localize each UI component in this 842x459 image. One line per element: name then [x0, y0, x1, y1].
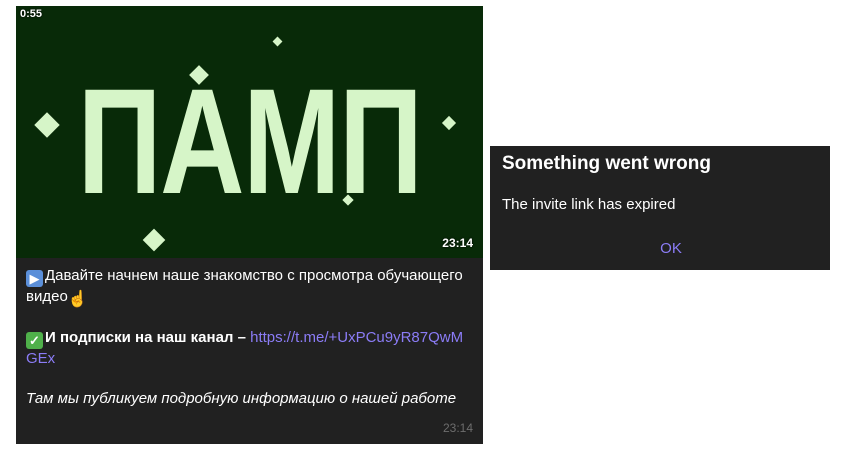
dialog-message: The invite link has expired — [502, 196, 676, 213]
intro-text: Давайте начнем наше знакомство с просмот… — [26, 267, 463, 305]
info-paragraph: Там мы публикуем подробную информацию о … — [26, 390, 457, 407]
pointing-hand-icon: ☝ — [67, 291, 88, 308]
video-duration: 0:55 — [20, 8, 43, 20]
check-icon: ✓ — [26, 332, 43, 349]
intro-paragraph: ▶ Давайте начнем наше знакомство с просмо… — [26, 266, 473, 308]
subscribe-label: И подписки на наш канал – — [45, 329, 251, 346]
confetti-shape — [142, 228, 166, 252]
video-overlay-text: ПАМП — [77, 57, 423, 225]
dialog-title: Something went wrong — [502, 153, 711, 174]
video-timestamp: 23:14 — [442, 236, 473, 250]
subscribe-paragraph: ✓ И подписки на наш канал – https://t.me/… — [26, 328, 473, 369]
film-icon: ▶ — [26, 270, 43, 287]
confetti-shape — [34, 112, 60, 138]
confetti-shape — [272, 36, 283, 47]
message-bubble: ▶ Давайте начнем наше знакомство с просмо… — [16, 258, 483, 444]
message-timestamp: 23:14 — [442, 421, 473, 435]
confetti-shape — [441, 115, 457, 131]
ok-button[interactable]: OK — [640, 238, 702, 260]
video-message[interactable]: 0:55 ПАМП 23:14 — [16, 6, 483, 258]
error-dialog: Something went wrong The invite link has… — [490, 146, 830, 270]
